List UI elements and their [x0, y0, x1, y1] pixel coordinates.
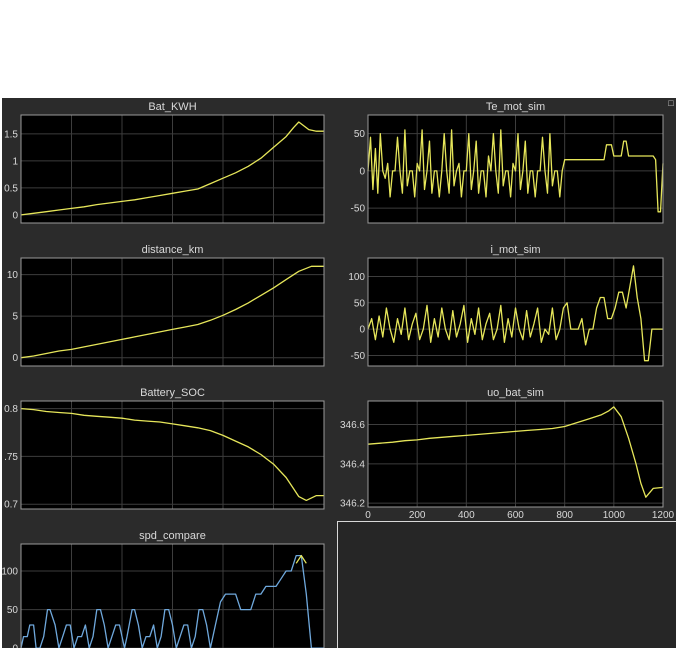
uo_bat_sim-xtick-label: 1000: [603, 510, 626, 521]
spd_compare-ytick-label: 100: [2, 567, 18, 578]
battery_soc-ytick-label: .75: [4, 452, 18, 463]
te_mot_sim-title: Te_mot_sim: [486, 101, 545, 113]
distance_km-ytick-label: 10: [7, 270, 19, 281]
i_mot_sim-ytick-label: 0: [359, 325, 365, 336]
battery_soc-ytick-label: 0.7: [4, 500, 18, 511]
distance_km-title: distance_km: [142, 244, 204, 256]
spd_compare-ytick-label: 0: [12, 644, 18, 648]
distance_km-chart: 0 5 10 distance_km: [7, 244, 325, 367]
bat_kwh-ytick-label: 0: [12, 210, 18, 221]
bat_kwh-ytick-label: 1: [12, 156, 18, 167]
te_mot_sim-ytick-label: 50: [354, 129, 366, 140]
bat_kwh-ytick-label: 1.5: [4, 129, 18, 140]
undock-icon[interactable]: □: [666, 98, 676, 108]
spd_compare-chart: 0 50 100 spd_compare: [2, 530, 325, 648]
i_mot_sim-chart: -50 0 50 100 i_mot_sim: [348, 244, 664, 367]
uo_bat_sim-chart: 346.2 346.4 346.6 0 200 400 600 800 1000 1200 uo_b…: [340, 387, 675, 521]
uo_bat_sim-xtick-label: 600: [507, 510, 524, 521]
battery_soc-chart: 0.7 .75 0.8 Battery_SOC: [4, 387, 325, 511]
i_mot_sim-ytick-label: 100: [348, 272, 365, 283]
empty-plot-area: [337, 521, 676, 648]
bat_kwh-title: Bat_KWH: [148, 101, 196, 113]
i_mot_sim-title: i_mot_sim: [490, 244, 540, 256]
te_mot_sim-chart: -50 0 50 Te_mot_sim: [351, 101, 664, 224]
uo_bat_sim-ytick-label: 346.6: [340, 420, 365, 431]
battery_soc-ytick-label: 0.8: [4, 404, 18, 415]
uo_bat_sim-xtick-label: 200: [409, 510, 426, 521]
uo_bat_sim-xtick-label: 800: [556, 510, 573, 521]
te_mot_sim-ytick-label: 0: [359, 166, 365, 177]
uo_bat_sim-xtick-label: 1200: [652, 510, 675, 521]
spd_compare-title: spd_compare: [139, 530, 206, 542]
scope-window: 0 0.5 1 1.5 Bat_KWH -50 0 50 Te_mot_sim 0 5 10 dista…: [2, 98, 676, 648]
battery_soc-title: Battery_SOC: [140, 387, 205, 399]
i_mot_sim-ytick-label: -50: [351, 351, 366, 362]
uo_bat_sim-ytick-label: 346.4: [340, 459, 365, 470]
uo_bat_sim-title: uo_bat_sim: [487, 387, 544, 399]
uo_bat_sim-ytick-label: 346.2: [340, 499, 365, 510]
distance_km-ytick-label: 0: [12, 353, 18, 364]
i_mot_sim-ytick-label: 50: [354, 298, 366, 309]
distance_km-ytick-label: 5: [12, 312, 18, 323]
spd_compare-ytick-label: 50: [7, 605, 19, 616]
bat_kwh-ytick-label: 0.5: [4, 183, 18, 194]
bat_kwh-chart: 0 0.5 1 1.5 Bat_KWH: [4, 101, 325, 224]
uo_bat_sim-xtick-label: 400: [458, 510, 475, 521]
te_mot_sim-ytick-label: -50: [351, 204, 366, 215]
uo_bat_sim-xtick-label: 0: [365, 510, 371, 521]
